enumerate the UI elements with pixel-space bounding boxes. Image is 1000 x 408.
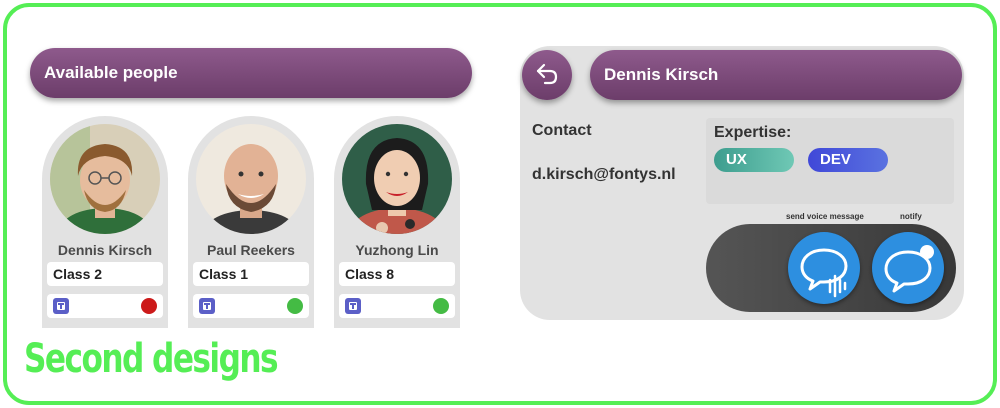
expertise-section: Expertise: UX DEV bbox=[706, 118, 954, 204]
avatar bbox=[342, 124, 452, 234]
person-card[interactable]: Paul Reekers Class 1 bbox=[188, 116, 314, 328]
voice-message-label: send voice message bbox=[786, 212, 864, 221]
avatar bbox=[50, 124, 160, 234]
voice-message-icon bbox=[788, 232, 860, 304]
teams-icon[interactable] bbox=[53, 298, 69, 314]
person-class: Class 2 bbox=[47, 262, 163, 286]
person-name: Yuzhong Lin bbox=[355, 242, 439, 258]
notify-label: notify bbox=[900, 212, 922, 221]
profile-name-header: Dennis Kirsch bbox=[590, 50, 962, 100]
back-button[interactable] bbox=[522, 50, 572, 100]
expertise-label: Expertise: bbox=[714, 124, 792, 141]
back-arrow-icon bbox=[533, 59, 561, 92]
status-dot bbox=[433, 298, 449, 314]
send-voice-message-button[interactable] bbox=[788, 232, 860, 304]
person-status-row bbox=[339, 294, 455, 318]
person-card[interactable]: Dennis Kirsch Class 2 bbox=[42, 116, 168, 328]
expertise-tag-ux: UX bbox=[714, 148, 794, 172]
notify-button[interactable] bbox=[872, 232, 944, 304]
status-dot bbox=[141, 298, 157, 314]
profile-panel: Dennis Kirsch Contact d.kirsch@fontys.nl… bbox=[520, 46, 964, 320]
expertise-tag-dev: DEV bbox=[808, 148, 888, 172]
person-name: Dennis Kirsch bbox=[57, 242, 153, 258]
available-people-header: Available people bbox=[30, 48, 472, 98]
person-card[interactable]: Yuzhong Lin Class 8 bbox=[334, 116, 460, 328]
teams-icon[interactable] bbox=[345, 298, 361, 314]
person-class: Class 8 bbox=[339, 262, 455, 286]
contact-email[interactable]: d.kirsch@fontys.nl bbox=[532, 166, 676, 184]
action-bar bbox=[706, 224, 956, 312]
teams-icon[interactable] bbox=[199, 298, 215, 314]
person-class: Class 1 bbox=[193, 262, 309, 286]
person-name: Paul Reekers bbox=[207, 242, 295, 258]
person-status-row bbox=[193, 294, 309, 318]
person-status-row bbox=[47, 294, 163, 318]
notify-icon bbox=[872, 232, 944, 304]
avatar bbox=[196, 124, 306, 234]
section-title: Second designs bbox=[24, 336, 279, 382]
status-dot bbox=[287, 298, 303, 314]
available-people-panel: Available people Dennis Kirsch Class 2 P… bbox=[26, 44, 480, 328]
contact-label: Contact bbox=[532, 122, 592, 139]
